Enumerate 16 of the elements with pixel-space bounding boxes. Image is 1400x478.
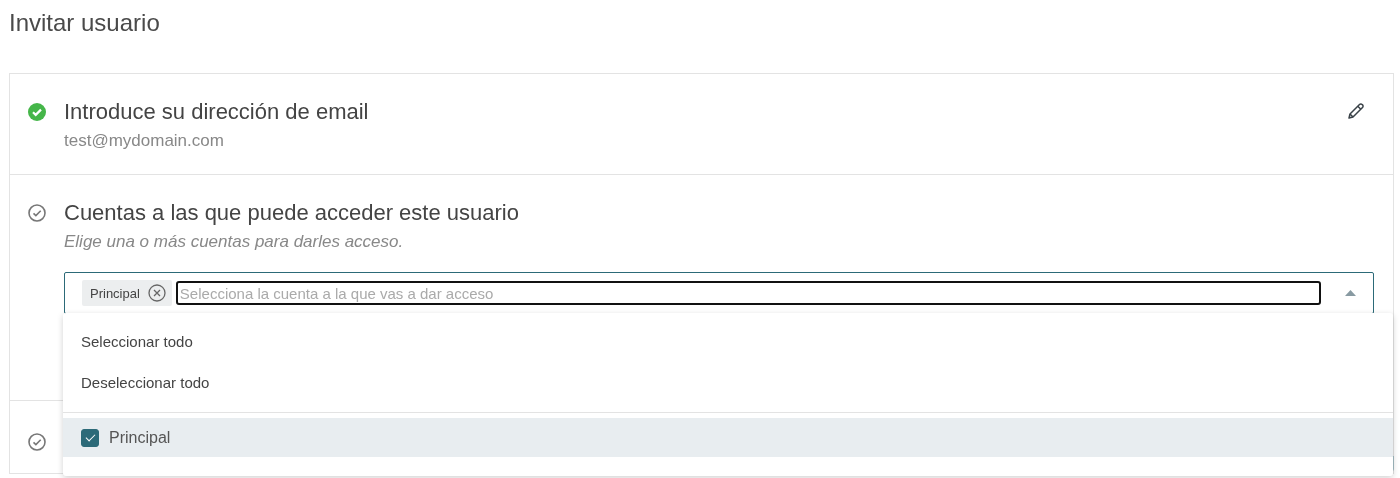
pencil-icon[interactable] [1347, 102, 1365, 120]
remove-icon[interactable] [147, 284, 166, 302]
step-title: Introduce su dirección de email [64, 99, 369, 125]
chip-label: Principal [90, 285, 140, 301]
option-label: Principal [109, 428, 171, 447]
step-hint: Elige una o más cuentas para darles acceso. [64, 232, 404, 252]
checkbox[interactable] [81, 428, 99, 447]
menu-action[interactable]: Seleccionar todo [63, 321, 203, 362]
account-option[interactable]: Principal [63, 418, 1393, 457]
email-value: test@mydomain.com [64, 131, 224, 151]
page-title: Invitar usuario [9, 9, 160, 37]
caret-up-icon[interactable] [1345, 290, 1356, 296]
step-title: Cuentas a las que puede acceder este usuario [64, 200, 519, 226]
account-select[interactable]: Principal Selecciona la cuenta a la que vas a dar acceso [64, 272, 1374, 314]
menu-action[interactable]: Deseleccionar todo [63, 362, 220, 403]
search-input[interactable]: Selecciona la cuenta a la que vas a dar acceso [175, 281, 1321, 305]
